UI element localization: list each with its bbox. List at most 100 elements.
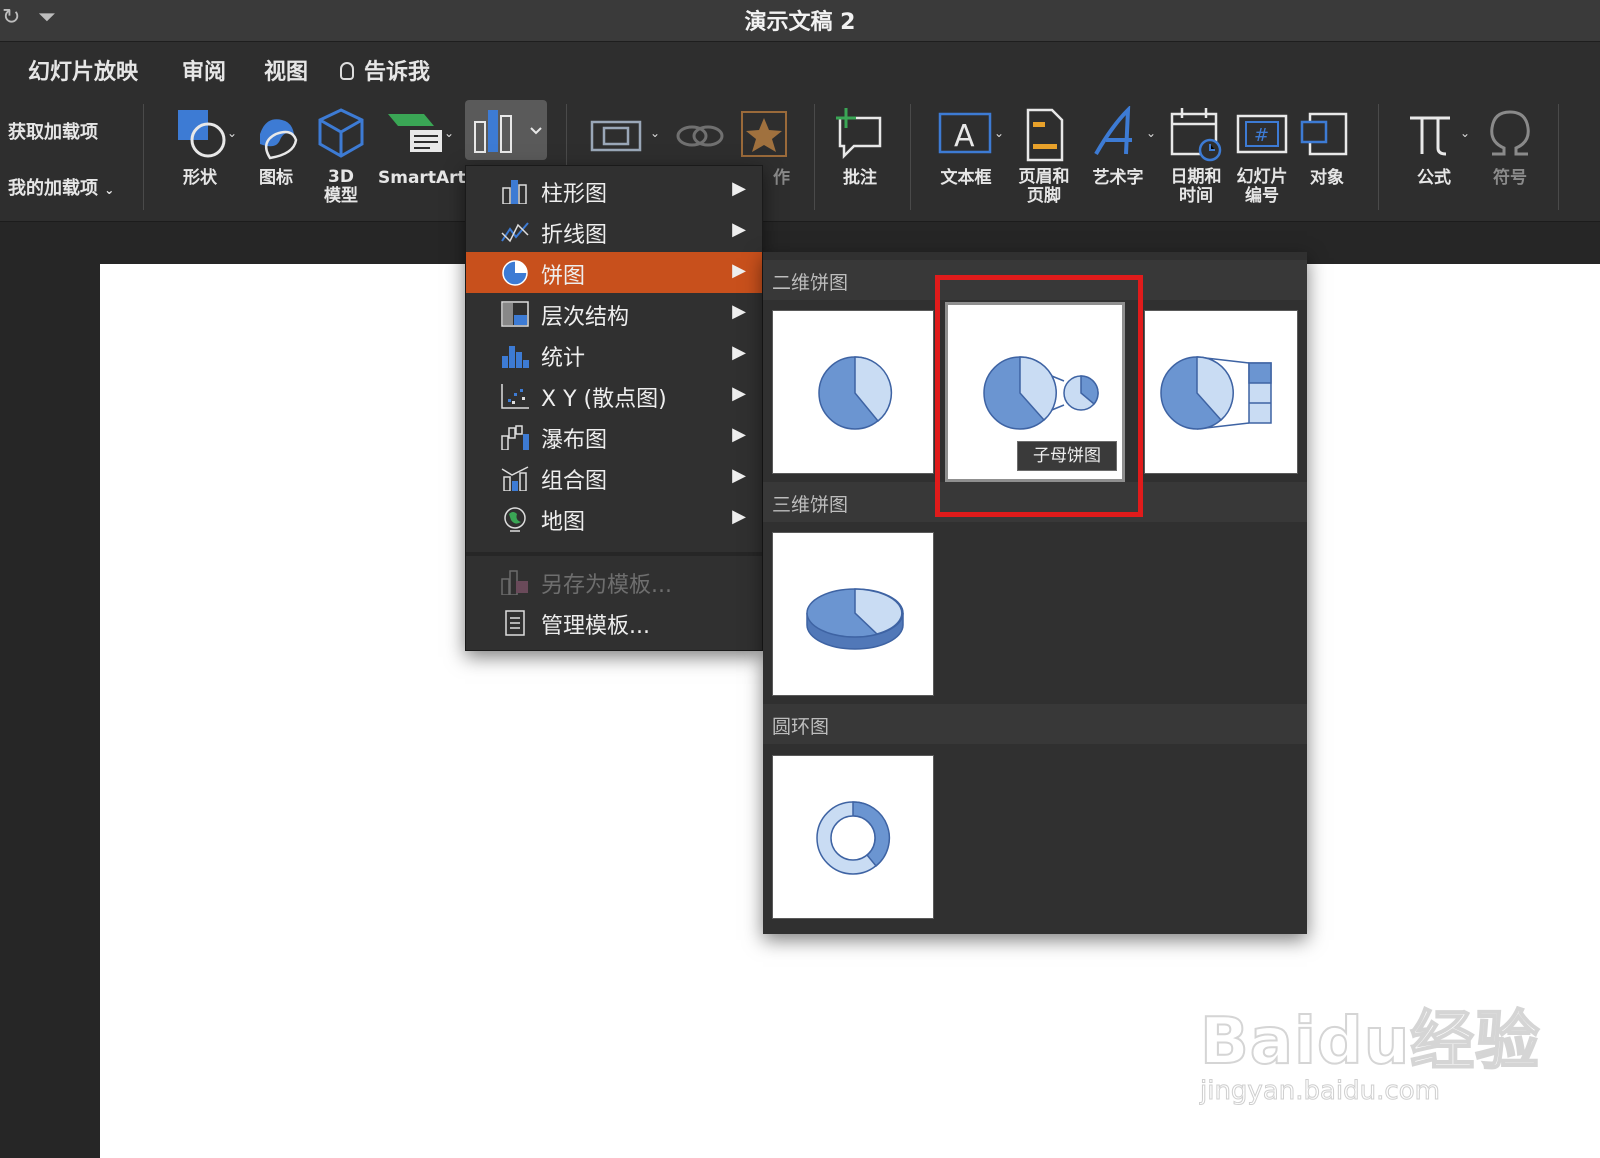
chart-icon [474, 110, 542, 153]
menu-item-waterfall[interactable]: 瀑布图 ▶ [466, 416, 762, 457]
menu-item-label: 另存为模板... [541, 573, 672, 598]
menu-item-statistic[interactable]: 统计 ▶ [466, 334, 762, 375]
3d-pie-thumbnail-icon [806, 588, 904, 650]
tell-me-search[interactable]: 告诉我 [340, 54, 430, 86]
equation-button[interactable]: 公式 [1398, 106, 1470, 189]
smartart-label: SmartArt [378, 168, 466, 188]
comment-label: 批注 [843, 168, 877, 188]
comment-icon [830, 106, 890, 162]
ribbon-divider [1558, 104, 1559, 210]
svg-text:#: # [1254, 125, 1269, 146]
menu-item-manage-templates[interactable]: 管理模板... [466, 602, 762, 643]
chart-type-menu: 柱形图 ▶ 折线图 ▶ 饼图 ▶ 层次结构 ▶ 统计 ▶ X Y (散点图) ▶ 瀑布图 ▶ … [465, 165, 763, 651]
symbol-label: 符号 [1493, 168, 1527, 188]
ribbon-divider [1378, 104, 1379, 210]
action-button[interactable] [586, 106, 646, 162]
object-button[interactable]: 对象 [1298, 106, 1356, 189]
menu-item-label: 层次结构 [541, 305, 630, 330]
watermark-logo: Baidu经验 [1199, 1004, 1541, 1080]
comment-button[interactable]: 批注 [830, 106, 890, 189]
menu-item-label: 统计 [541, 346, 586, 371]
3d-models-label-line2: 模型 [324, 186, 358, 206]
chevron-down-icon: ⌄ [104, 183, 115, 197]
smartart-button[interactable]: SmartArt [378, 106, 466, 189]
menu-item-label: 组合图 [541, 469, 608, 494]
chevron-down-icon[interactable]: ⌄ [1146, 126, 1156, 140]
chart-button[interactable] [465, 100, 547, 160]
date-time-line2: 时间 [1179, 186, 1213, 206]
menu-item-label: 柱形图 [541, 182, 608, 207]
menu-item-label: 折线图 [541, 223, 608, 248]
chevron-down-icon[interactable]: ⌄ [227, 126, 237, 140]
icons-icon [246, 106, 306, 162]
menu-item-pie[interactable]: 饼图 ▶ [466, 252, 762, 293]
map-chart-icon [504, 507, 526, 532]
menu-item-label: 饼图 [541, 264, 586, 289]
scatter-chart-icon [501, 384, 529, 409]
wordart-button[interactable]: 艺术字 [1088, 104, 1148, 189]
chevron-down-icon[interactable]: ⌄ [444, 126, 454, 140]
submenu-arrow-icon: ▶ [732, 465, 746, 486]
menu-item-save-template: 另存为模板... [466, 561, 762, 602]
object-icon [1298, 106, 1356, 162]
section-label: 二维饼图 [772, 272, 849, 294]
header-footer-button[interactable]: 页眉和 页脚 [1014, 106, 1074, 206]
3d-models-button[interactable]: 3D 模型 [312, 106, 370, 206]
chevron-down-icon[interactable]: ⌄ [994, 126, 1004, 140]
doughnut-thumbnail-icon [816, 801, 891, 875]
submenu-arrow-icon: ▶ [732, 260, 746, 281]
section-label: 圆环图 [772, 716, 830, 738]
menu-item-column[interactable]: 柱形图 ▶ [466, 170, 762, 211]
chart-option-doughnut[interactable] [772, 755, 934, 919]
my-addins-button[interactable]: 我的加载项 ⌄ [8, 174, 114, 200]
section-label: 三维饼图 [772, 494, 849, 516]
bar-of-pie-thumbnail-icon [1160, 356, 1272, 430]
textbox-label: 文本框 [940, 168, 992, 188]
icons-label: 图标 [259, 168, 293, 188]
tab-slideshow[interactable]: 幻灯片放映 [28, 54, 138, 86]
submenu-arrow-icon: ▶ [732, 424, 746, 445]
menu-item-scatter[interactable]: X Y (散点图) ▶ [466, 375, 762, 416]
submenu-arrow-icon: ▶ [732, 506, 746, 527]
title-bar: ↻ ⏷ 演示文稿 2 [0, 0, 1600, 42]
menu-item-map[interactable]: 地图 ▶ [466, 498, 762, 539]
section-header-doughnut: 圆环图 [763, 704, 1307, 744]
tab-view[interactable]: 视图 [264, 54, 308, 86]
submenu-arrow-icon: ▶ [732, 219, 746, 240]
get-addins-button[interactable]: 获取加载项 [8, 118, 98, 144]
slide-number-line2: 编号 [1245, 186, 1279, 206]
textbox-icon: A [930, 106, 1002, 162]
chevron-down-icon[interactable]: ⌄ [1460, 126, 1470, 140]
header-footer-line1: 页眉和 [1018, 167, 1070, 187]
menu-item-hierarchy[interactable]: 层次结构 ▶ [466, 293, 762, 334]
wordart-label: 艺术字 [1092, 168, 1144, 188]
column-chart-icon [502, 180, 527, 204]
chevron-down-icon[interactable]: ⌄ [650, 126, 660, 140]
star-icon [736, 106, 792, 162]
save-template-icon [501, 570, 528, 595]
date-time-button[interactable]: 日期和 时间 [1166, 106, 1226, 206]
tab-review[interactable]: 审阅 [182, 54, 226, 86]
chart-option-bar-of-pie[interactable] [1144, 310, 1298, 474]
shapes-button[interactable]: 形状 [160, 106, 240, 189]
chart-option-pie[interactable] [772, 310, 934, 474]
svg-text:A: A [954, 119, 975, 154]
waterfall-chart-icon [501, 425, 529, 450]
submenu-arrow-icon: ▶ [732, 178, 746, 199]
chart-option-3d-pie[interactable] [772, 532, 934, 696]
date-time-line1: 日期和 [1170, 167, 1222, 187]
menu-item-line[interactable]: 折线图 ▶ [466, 211, 762, 252]
slide-number-button[interactable]: # 幻灯片 编号 [1232, 106, 1292, 206]
slide-number-icon: # [1232, 106, 1292, 162]
icons-button[interactable]: 图标 [246, 106, 306, 189]
slide-number-line1: 幻灯片 [1236, 167, 1288, 187]
pie-thumbnail-icon [818, 356, 893, 430]
link-button[interactable] [672, 106, 728, 162]
header-footer-line2: 页脚 [1027, 186, 1061, 206]
ribbon-toolbar: 获取加载项 我的加载项 ⌄ 形状 ⌄ 图标 3D 模型 SmartArt ⌄ ⌄… [0, 98, 1600, 222]
submenu-arrow-icon: ▶ [732, 383, 746, 404]
wordart-icon [1088, 104, 1148, 162]
textbox-button[interactable]: A 文本框 [930, 106, 1002, 189]
symbol-button[interactable]: 符号 [1482, 106, 1538, 189]
menu-item-combo[interactable]: 组合图 ▶ [466, 457, 762, 498]
